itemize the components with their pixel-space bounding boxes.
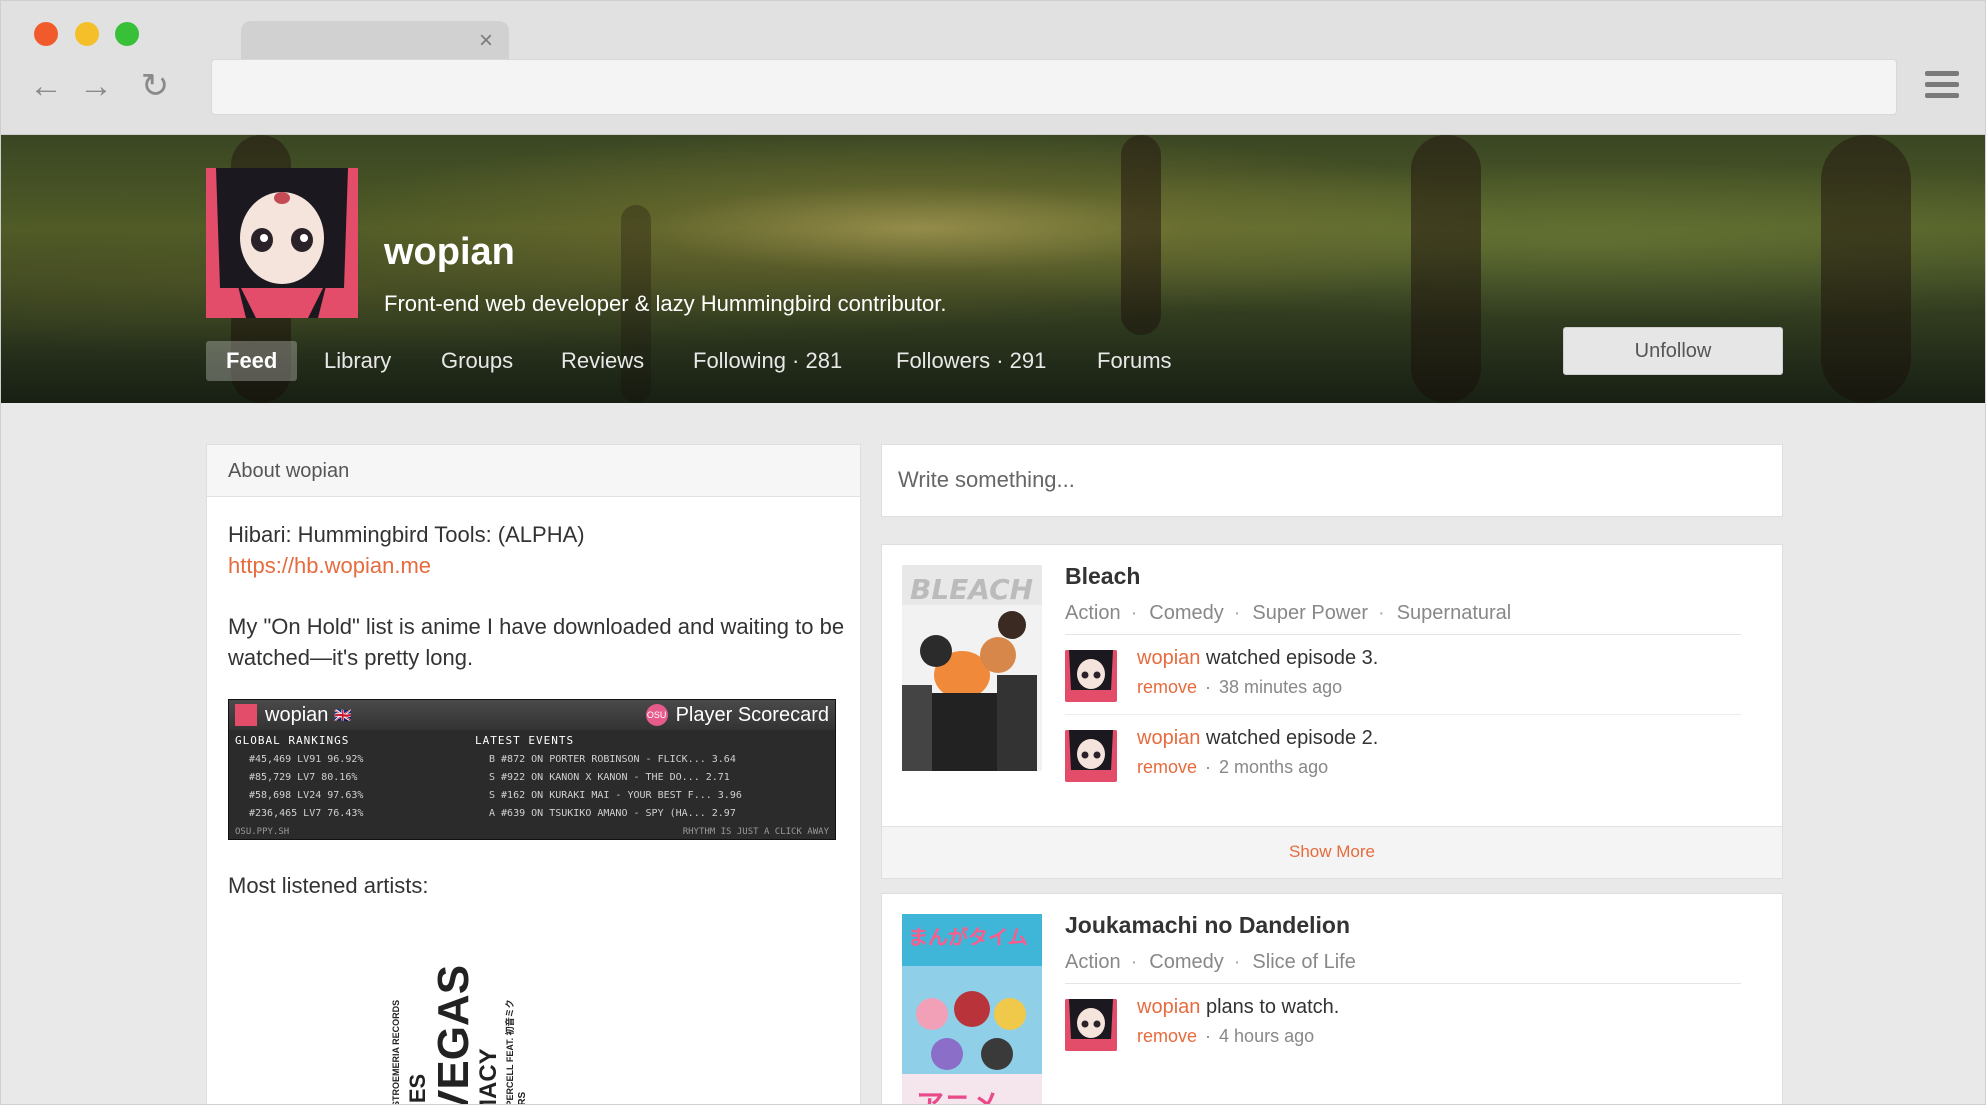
artists-label: Most listened artists: [228, 873, 429, 898]
joukamachi-poster-illustration: まんがタイム アニメ [902, 914, 1042, 1105]
anime-poster[interactable]: まんがタイム アニメ [902, 914, 1042, 1105]
about-paragraph: My "On Hold" list is anime I have downlo… [228, 614, 845, 670]
feed-story: まんがタイム アニメ Joukamachi no Dandelion Actio… [881, 893, 1783, 1105]
tab-forums[interactable]: Forums [1097, 341, 1172, 381]
genre-tag[interactable]: Action [1065, 597, 1121, 634]
avatar[interactable] [1065, 999, 1117, 1051]
activity-user-link[interactable]: wopian [1137, 996, 1200, 1018]
genre-list: Action · Comedy · Super Power · Supernatura… [1065, 597, 1741, 635]
activity-time: 4 hours ago [1219, 1026, 1315, 1046]
anime-title[interactable]: Bleach [1065, 563, 1741, 597]
about-body: Hibari: Hummingbird Tools: (ALPHA) https… [228, 519, 848, 703]
browser-chrome: × ← → ↻ [1, 1, 1985, 135]
anime-poster[interactable]: BLEACH [902, 565, 1042, 771]
svg-text:まんがタイム: まんがタイム [908, 925, 1028, 949]
artist-word: SUPERCELL FEAT. 初音ミク [505, 999, 515, 1105]
anime-title[interactable]: Joukamachi no Dandelion [1065, 912, 1741, 946]
remove-link[interactable]: remove [1137, 1026, 1197, 1046]
event-row: B #872 ON PORTER ROBINSON - FLICK... 3.6… [489, 754, 736, 765]
activity-item: wopian watched episode 3. remove · 38 minu… [1065, 635, 1741, 715]
minimize-window-button[interactable] [75, 22, 99, 46]
address-bar[interactable] [211, 59, 1897, 115]
svg-text:アニメ: アニメ [916, 1088, 999, 1105]
forward-arrow-icon[interactable]: → [78, 68, 114, 104]
event-row: S #922 ON KANON X KANON - THE DO... 2.71 [489, 772, 730, 783]
profile-username: wopian [384, 231, 515, 273]
close-window-button[interactable] [34, 22, 58, 46]
unfollow-button[interactable]: Unfollow [1563, 327, 1783, 375]
maximize-window-button[interactable] [115, 22, 139, 46]
activity-time: 38 minutes ago [1219, 677, 1343, 697]
artist-word: NES [405, 1073, 430, 1105]
post-composer[interactable]: Write something... [881, 444, 1783, 517]
tab-following[interactable]: Following · 281 [693, 341, 842, 381]
feed-story: BLEACH Bleach Action · Comedy · Super Powe… [881, 544, 1783, 879]
activity-action: watched episode 3. [1205, 647, 1379, 669]
genre-tag[interactable]: Comedy [1149, 946, 1223, 983]
activity-time: 2 months ago [1219, 757, 1329, 777]
composer-placeholder: Write something... [898, 467, 1075, 492]
browser-window: × ← → ↻ wopian Front-end web developer &… [0, 0, 1986, 1105]
about-header: About wopian [207, 445, 860, 497]
tab-library[interactable]: Library [324, 341, 391, 381]
avatar[interactable] [1065, 650, 1117, 702]
hamburger-icon[interactable] [1925, 71, 1959, 105]
profile-bio: Front-end web developer & lazy Hummingbi… [384, 291, 947, 316]
feed-entry: Bleach Action · Comedy · Super Power · Supe… [1065, 563, 1741, 795]
about-card: About wopian Hibari: Hummingbird Tools: … [206, 444, 861, 1105]
back-arrow-icon[interactable]: ← [28, 68, 64, 104]
remove-link[interactable]: remove [1137, 677, 1197, 697]
ranking-row: #45,469 LV91 96.92% [249, 754, 364, 765]
scorecard-title: Player Scorecard [675, 703, 829, 726]
tab-groups[interactable]: Groups [441, 341, 513, 381]
svg-text:BLEACH: BLEACH [910, 573, 1033, 606]
profile-avatar[interactable] [206, 168, 358, 318]
browser-tab[interactable]: × [241, 21, 509, 63]
genre-tag[interactable]: Comedy [1149, 597, 1223, 634]
rankings-header: GLOBAL RANKINGS [235, 734, 350, 747]
uk-flag-icon: 🇬🇧 [334, 706, 352, 723]
scorecard-avatar [235, 704, 257, 726]
osu-logo-icon: OSU [645, 704, 668, 726]
feed-entry: Joukamachi no Dandelion Action · Comedy · … [1065, 912, 1741, 1064]
about-line: Hibari: Hummingbird Tools: (ALPHA) [228, 522, 585, 547]
genre-tag[interactable]: Slice of Life [1252, 946, 1355, 983]
events-header: LATEST EVENTS [475, 734, 575, 747]
genre-tag[interactable]: Action [1065, 946, 1121, 983]
remove-link[interactable]: remove [1137, 757, 1197, 777]
artist-word: PERS [517, 1092, 528, 1104]
ranking-row: #85,729 LV7 80.16% [249, 772, 358, 783]
osu-scorecard-image: wopian 🇬🇧 OSU Player Scorecard GLOBAL RA… [228, 699, 836, 840]
activity-action: plans to watch. [1205, 996, 1340, 1018]
event-row: S #162 ON KURAKI MAI - YOUR BEST F... 3.… [489, 790, 742, 801]
tab-reviews[interactable]: Reviews [561, 341, 644, 381]
avatar-illustration [206, 168, 358, 318]
tab-close-icon[interactable]: × [479, 27, 493, 55]
activity-user-link[interactable]: wopian [1137, 647, 1200, 669]
activity-item: wopian watched episode 2. remove · 2 month… [1065, 715, 1741, 795]
ranking-row: #58,698 LV24 97.63% [249, 790, 364, 801]
bleach-poster-illustration: BLEACH [902, 565, 1042, 771]
reload-icon[interactable]: ↻ [137, 68, 173, 104]
about-link[interactable]: https://hb.wopian.me [228, 553, 431, 578]
avatar[interactable] [1065, 730, 1117, 782]
genre-tag[interactable]: Super Power [1252, 597, 1368, 634]
event-row: A #639 ON TSUKIKO AMANO - SPY (HA... 2.9… [489, 808, 736, 819]
scorecard-foot-right: RHYTHM IS JUST A CLICK AWAY [682, 827, 829, 837]
tab-feed[interactable]: Feed [206, 341, 298, 381]
artist-word: ALSTROEMERIA RECORDS [391, 999, 401, 1105]
genre-tag[interactable]: Supernatural [1397, 597, 1512, 634]
artist-word-cloud: M ALSTROEMERIA RECORDS NES VEGAS MACY SU… [367, 923, 567, 1105]
ranking-row: #236,465 LV7 76.43% [249, 808, 364, 819]
activity-item: wopian plans to watch. remove · 4 hours ag… [1065, 984, 1741, 1064]
activity-action: watched episode 2. [1205, 727, 1379, 749]
genre-list: Action · Comedy · Slice of Life [1065, 946, 1741, 984]
artist-word: VEGAS [429, 964, 478, 1105]
show-more-button[interactable]: Show More [882, 826, 1782, 878]
tab-followers[interactable]: Followers · 291 [896, 341, 1046, 381]
activity-user-link[interactable]: wopian [1137, 727, 1200, 749]
scorecard-name: wopian [265, 703, 329, 726]
artist-word: MACY [475, 1048, 502, 1105]
scorecard-foot-left: OSU.PPY.SH [235, 827, 290, 837]
